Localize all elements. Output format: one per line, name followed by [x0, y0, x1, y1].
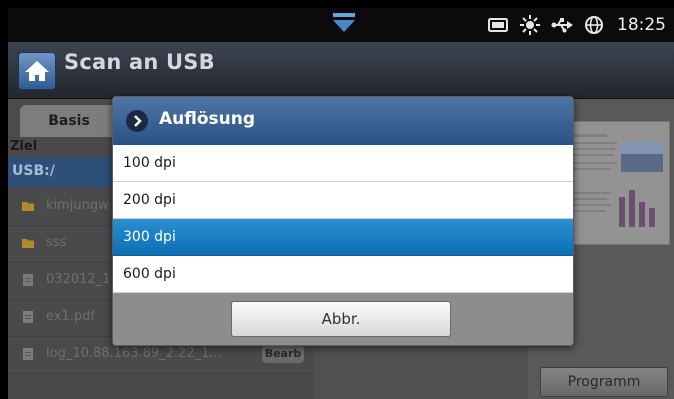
list-item-label: ex1.pdf [46, 309, 95, 324]
app-header: Scan an USB [8, 42, 674, 99]
list-item-label: 032012_1 [46, 272, 111, 287]
preview-thumbnail [559, 122, 669, 244]
destination-label: Ziel [10, 139, 38, 154]
option-600-dpi[interactable]: 600 dpi [113, 256, 573, 293]
file-icon [23, 311, 33, 323]
programm-button[interactable]: Programm [540, 367, 668, 397]
file-icon [23, 274, 33, 286]
home-button[interactable] [18, 52, 56, 90]
tab-basis[interactable]: Basis [20, 105, 118, 137]
usb-icon [551, 18, 573, 33]
pull-down-tab-icon[interactable] [332, 12, 356, 34]
list-item-label: log_10.88.163.89_2.22_1... [46, 346, 222, 361]
list-item-label: kimjungw [46, 198, 109, 213]
dialog-title: Auflösung [159, 109, 256, 129]
status-bar: 18:25 [8, 8, 674, 42]
document-preview [558, 121, 670, 245]
resolution-dialog: Auflösung 100 dpi 200 dpi 300 dpi 600 dp… [112, 96, 574, 346]
dialog-footer: Abbr. [113, 293, 573, 345]
home-icon [25, 61, 49, 81]
option-300-dpi[interactable]: 300 dpi [113, 219, 573, 256]
dialog-header: Auflösung [113, 97, 573, 145]
status-clock: 18:25 [617, 15, 666, 35]
display-icon [488, 18, 508, 32]
file-icon [23, 348, 33, 360]
chevron-right-icon [126, 110, 148, 132]
page-title: Scan an USB [64, 50, 215, 74]
option-100-dpi[interactable]: 100 dpi [113, 145, 573, 182]
device-screen: 18:25 Scan an USB Basis Ziel USB:/ kimju… [8, 8, 674, 399]
edit-button[interactable]: Bearb [262, 345, 304, 363]
folder-icon [22, 239, 34, 248]
option-200-dpi[interactable]: 200 dpi [113, 182, 573, 219]
cancel-button[interactable]: Abbr. [231, 301, 451, 337]
toner-sun-icon [520, 15, 540, 35]
folder-icon [22, 202, 34, 211]
status-icons: 18:25 [487, 15, 666, 35]
resolution-options: 100 dpi 200 dpi 300 dpi 600 dpi [113, 145, 573, 293]
globe-icon [585, 16, 603, 34]
list-item-label: sss [46, 235, 67, 250]
current-path: USB:/ [12, 163, 55, 179]
